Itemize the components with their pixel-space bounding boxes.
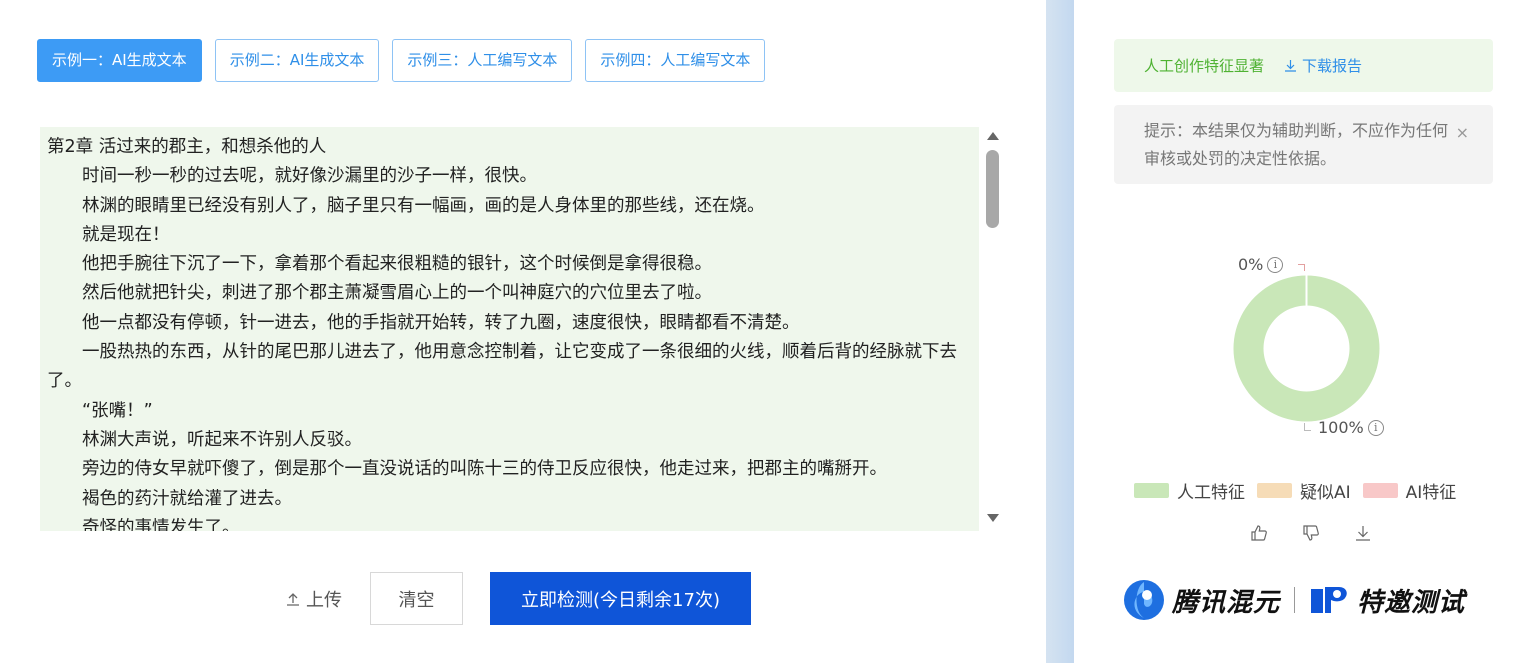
feedback-bar (1250, 524, 1372, 542)
text-line: 时间一秒一秒的过去呢，就好像沙漏里的沙子一样，很快。 (82, 166, 537, 187)
hint-text: 提示：本结果仅为辅助判断，不应作为任何审核或处罚的决定性依据。 (1144, 121, 1449, 168)
panel-divider (1046, 0, 1074, 663)
legend-item-suspected-ai[interactable]: 疑似AI (1257, 478, 1351, 503)
scroll-thumb[interactable] (986, 150, 999, 228)
text-line: 林渊大声说，听起来不许别人反驳。 (82, 429, 362, 450)
result-verdict: 人工创作特征显著 (1144, 57, 1265, 75)
download-label: 下载报告 (1302, 57, 1363, 75)
brand-divider (1294, 587, 1296, 613)
legend-item-ai[interactable]: AI特征 (1362, 478, 1457, 503)
upload-button[interactable]: 上传 (286, 586, 342, 612)
text-line: 他一点都没有停顿，针一进去，他的手指就开始转，转了九圈，速度很快，眼睛都看不清楚… (82, 312, 800, 333)
hunyuan-logo-icon (1124, 580, 1164, 620)
close-icon[interactable]: × (1456, 119, 1469, 147)
legend-swatch (1362, 483, 1398, 498)
tab-example-3[interactable]: 示例三：人工编写文本 (392, 39, 573, 82)
legend-label: 疑似AI (1300, 483, 1351, 503)
text-scrollbar[interactable] (984, 127, 1001, 531)
chart-legend: 人工特征 疑似AI AI特征 (1134, 478, 1456, 503)
text-line: 就是现在！ (82, 224, 170, 245)
scroll-down-arrow-icon[interactable] (987, 514, 999, 522)
result-panel: 人工创作特征显著 下载报告 提示：本结果仅为辅助判断，不应作为任何审核或处罚的决… (1074, 0, 1527, 663)
text-line: 旁边的侍女早就吓傻了，倒是那个一直没说话的叫陈十三的侍卫反应很快，他走过来，把郡… (82, 459, 887, 480)
text-line: 第2章 活过来的郡主，和想杀他的人 (47, 137, 327, 157)
text-line: “张嘴！” (82, 400, 153, 421)
scroll-up-arrow-icon[interactable] (987, 132, 999, 140)
download-icon (1285, 60, 1297, 72)
brand-footer: 腾讯混元 特邀测试 (1122, 578, 1465, 622)
brand-tagline: 特邀测试 (1357, 587, 1466, 618)
download-icon[interactable] (1354, 524, 1372, 542)
example-tabs: 示例一：AI生成文本 示例二：AI生成文本 示例三：人工编写文本 示例四：人工编… (37, 39, 766, 82)
text-line: 一股热热的东西，从针的尾巴那儿进去了，他用意念控制着，让它变成了一条很细的火线，… (47, 342, 957, 392)
legend-item-human[interactable]: 人工特征 (1134, 478, 1245, 503)
thumbs-up-icon[interactable] (1250, 524, 1268, 542)
text-line: 他把手腕往下沉了一下，拿着那个看起来很粗糙的银针，这个时候倒是拿得很稳。 (82, 254, 712, 275)
legend-swatch (1134, 483, 1169, 498)
brand-name: 腾讯混元 (1172, 587, 1281, 618)
slice-value-label: 100% (1318, 418, 1364, 437)
text-input-area[interactable]: 第2章 活过来的郡主，和想杀他的人 时间一秒一秒的过去呢，就好像沙漏里的沙子一样… (40, 127, 979, 531)
invite-test-icon (1311, 587, 1347, 613)
text-line: 林渊的眼睛里已经没有别人了，脑子里只有一幅画，画的是人身体里的那些线，还在烧。 (82, 195, 765, 216)
detect-button[interactable]: 立即检测(今日剩余17次) (490, 572, 751, 625)
label-leader-line (1304, 423, 1311, 431)
result-donut-chart (1233, 275, 1380, 422)
info-icon[interactable]: i (1367, 419, 1384, 436)
tab-example-4[interactable]: 示例四：人工编写文本 (585, 39, 766, 82)
slice-label-large: 100% i (1318, 418, 1384, 437)
legend-label: AI特征 (1405, 483, 1457, 503)
tab-example-1[interactable]: 示例一：AI生成文本 (37, 39, 202, 82)
text-line: 褐色的药汁就给灌了进去。 (82, 488, 292, 509)
legend-swatch (1257, 483, 1292, 498)
text-line: 奇怪的事情发生了。 (82, 517, 240, 531)
tab-example-2[interactable]: 示例二：AI生成文本 (214, 39, 380, 82)
thumbs-down-icon[interactable] (1302, 524, 1320, 542)
download-report-link[interactable]: 下载报告 (1284, 55, 1362, 76)
clear-button[interactable]: 清空 (370, 572, 463, 625)
upload-icon (287, 592, 299, 606)
result-banner: 人工创作特征显著 下载报告 (1114, 39, 1493, 92)
upload-label: 上传 (306, 589, 342, 611)
text-line: 然后他就把针尖，刺进了那个郡主萧凝雪眉心上的一个叫神庭穴的穴位里去了啦。 (82, 283, 712, 304)
hint-box: 提示：本结果仅为辅助判断，不应作为任何审核或处罚的决定性依据。 × (1114, 105, 1493, 184)
action-bar: 上传 清空 立即检测(今日剩余17次) (286, 572, 751, 625)
input-panel: 示例一：AI生成文本 示例二：AI生成文本 示例三：人工编写文本 示例四：人工编… (0, 0, 1046, 663)
legend-label: 人工特征 (1177, 483, 1245, 503)
